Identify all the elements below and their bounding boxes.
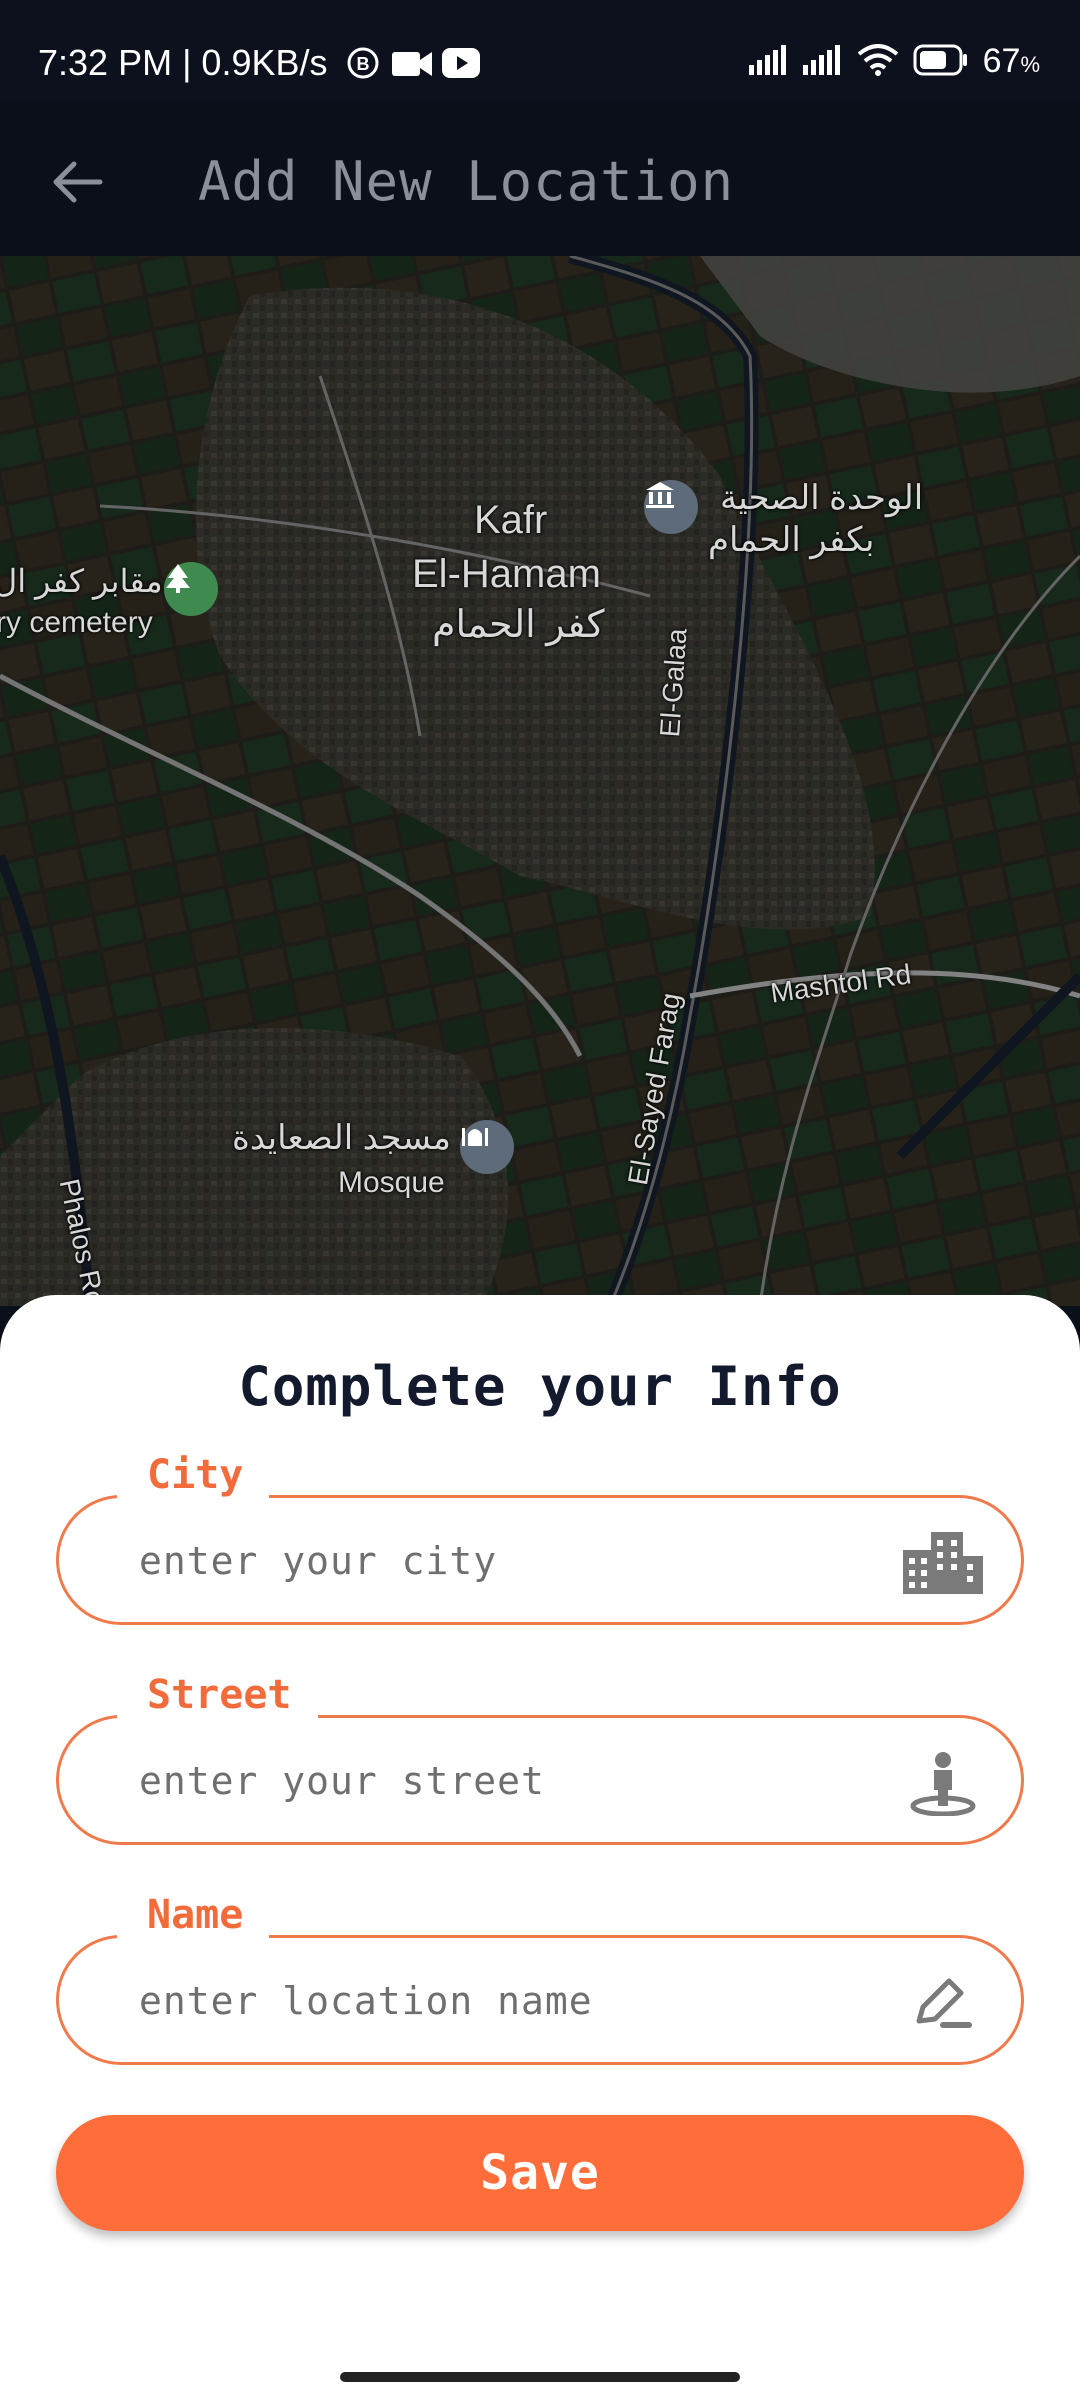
status-right: 67% bbox=[748, 42, 1040, 81]
map-view[interactable]: Kafr El-Hamam كفر الحمام الوحدة الصحية ب… bbox=[0, 256, 1080, 1306]
name-input[interactable] bbox=[139, 1968, 899, 2034]
street-field: Street bbox=[56, 1672, 1024, 1845]
map-label-cemetery: مقابر كفر ال bbox=[0, 563, 163, 599]
map-label-mosque: Mosque bbox=[338, 1166, 445, 1199]
bottom-sheet: Complete your Info City Street Name Save bbox=[0, 1295, 1080, 2400]
city-field: City bbox=[56, 1452, 1024, 1625]
arrow-left-icon bbox=[52, 160, 104, 208]
map-label-health-unit: الوحدة الصحية bbox=[720, 479, 924, 517]
map-pin-health-unit[interactable] bbox=[644, 480, 698, 534]
map-pin-mosque[interactable] bbox=[460, 1120, 514, 1174]
status-bar: 7:32 PM | 0.9KB/s B 67% bbox=[0, 0, 1080, 100]
youtube-icon bbox=[442, 48, 480, 82]
wifi-icon bbox=[857, 43, 899, 80]
signal-icon bbox=[748, 44, 789, 79]
map-label-town: Kafr bbox=[474, 498, 548, 542]
battery-percent: 67% bbox=[982, 42, 1040, 80]
page-title: Add New Location bbox=[198, 150, 735, 213]
map-satellite bbox=[0, 256, 1080, 1306]
video-icon bbox=[392, 50, 432, 82]
signal-icon bbox=[802, 44, 843, 79]
map-pin-cemetery[interactable] bbox=[164, 562, 218, 616]
save-button[interactable]: Save bbox=[56, 2115, 1024, 2231]
battery-icon bbox=[913, 44, 969, 80]
map-label-town: El-Hamam bbox=[412, 552, 601, 596]
back-button[interactable] bbox=[38, 144, 118, 224]
status-time: 7:32 PM | 0.9KB/s bbox=[38, 42, 328, 83]
city-label: City bbox=[117, 1452, 270, 1498]
map-label-mosque: مسجد الصعايدة bbox=[232, 1119, 451, 1157]
person-pin-icon bbox=[901, 1748, 985, 1818]
edit-icon bbox=[901, 1968, 985, 2038]
form-title: Complete your Info bbox=[238, 1355, 842, 1418]
street-label: Street bbox=[117, 1672, 318, 1718]
app-bar: Add New Location bbox=[0, 100, 1080, 256]
name-field: Name bbox=[56, 1892, 1024, 2065]
home-indicator[interactable] bbox=[340, 2372, 740, 2382]
svg-text:B: B bbox=[357, 54, 370, 74]
map-label-cemetery: ry cemetery bbox=[0, 606, 153, 639]
map-label-health-unit: بكفر الحمام bbox=[708, 521, 875, 559]
map-label-town-ar: كفر الحمام bbox=[432, 604, 605, 646]
bluetooth-icon: B bbox=[346, 46, 380, 84]
name-label: Name bbox=[117, 1892, 270, 1938]
street-input[interactable] bbox=[139, 1748, 899, 1814]
city-input[interactable] bbox=[139, 1528, 899, 1594]
city-icon bbox=[901, 1528, 985, 1598]
